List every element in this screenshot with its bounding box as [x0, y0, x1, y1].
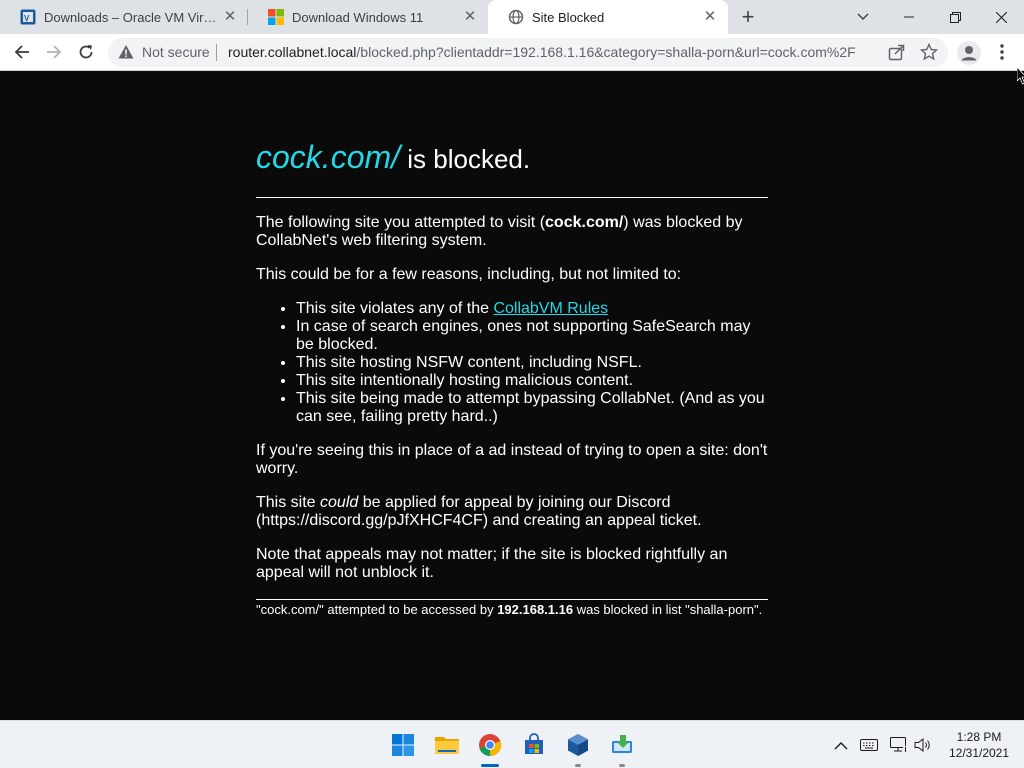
system-clock[interactable]: 1:28 PM 12/31/2021	[944, 729, 1014, 761]
tab-title: Downloads – Oracle VM VirtualBox	[44, 9, 220, 25]
virtualbox-icon	[568, 734, 588, 756]
new-tab-button[interactable]: +	[736, 5, 760, 29]
appeal-paragraph: This site could be applied for appeal by…	[256, 494, 768, 530]
chrome-button[interactable]	[476, 731, 504, 759]
store-button[interactable]	[520, 731, 548, 759]
start-icon	[392, 734, 414, 756]
app-installer-button[interactable]	[608, 731, 636, 759]
person-icon	[961, 46, 977, 61]
blocked-suffix: is blocked.	[400, 144, 531, 174]
file-explorer-button[interactable]	[433, 731, 461, 759]
list-item: In case of search engines, ones not supp…	[296, 318, 768, 354]
ad-notice: If you're seeing this in place of a ad i…	[256, 442, 768, 477]
show-hidden-icons-button[interactable]	[832, 736, 850, 754]
share-icon[interactable]	[888, 44, 905, 61]
tab-strip: V Downloads – Oracle VM VirtualBox ✕ Dow…	[0, 0, 1024, 34]
windows-icon	[268, 9, 284, 25]
footer-ip: 192.168.1.16	[497, 602, 574, 617]
blocked-notice: cock.com/ is blocked. The following site…	[256, 137, 768, 619]
active-app-indicator	[481, 764, 499, 767]
collabvm-rules-link[interactable]: CollabVM Rules	[493, 300, 608, 317]
running-app-indicator	[575, 764, 581, 767]
keyboard-icon	[860, 739, 878, 751]
taskbar: 1:28 PM 12/31/2021	[0, 720, 1024, 768]
security-label[interactable]: Not secure	[142, 44, 210, 60]
tab-title: Site Blocked	[532, 9, 605, 25]
url-path: /blocked.php?clientaddr=192.168.1.16&cat…	[356, 44, 856, 60]
running-app-indicator	[619, 764, 625, 767]
virtualbox-button[interactable]	[564, 731, 592, 759]
bookmark-star-icon[interactable]	[920, 43, 938, 61]
mouse-cursor-icon	[1017, 67, 1024, 85]
network-icon	[890, 737, 908, 753]
page-title: cock.com/ is blocked.	[256, 137, 768, 179]
profile-button[interactable]	[957, 41, 981, 65]
volume-icon	[914, 737, 930, 753]
clock-time: 1:28 PM	[956, 730, 1002, 744]
file-explorer-icon	[435, 737, 459, 754]
reload-icon	[79, 45, 93, 59]
reload-button[interactable]	[72, 38, 100, 66]
reason-rules-prefix: This site violates any of the	[296, 300, 494, 317]
url-host: router.collabnet.local	[228, 44, 357, 60]
reasons-list: This site violates any of the CollabVM R…	[256, 300, 768, 426]
list-item: This site being made to attempt bypassin…	[296, 390, 768, 426]
tab-search-button[interactable]	[840, 0, 886, 34]
reasons-intro: This could be for a few reasons, includi…	[256, 266, 682, 283]
list-item: This site hosting NSFW content, includin…	[296, 354, 768, 372]
appeal-emphasis: could	[320, 494, 359, 511]
tab-title: Download Windows 11	[292, 9, 424, 25]
footer-text: "cock.com/" attempted to be accessed by …	[256, 601, 768, 619]
browser-toolbar: Not secure router.collabnet.local/blocke…	[0, 34, 1024, 71]
restore-icon	[949, 11, 961, 23]
footer-suffix: was blocked in list "shalla-porn".	[573, 602, 763, 617]
start-button[interactable]	[389, 731, 417, 759]
restore-button[interactable]	[932, 0, 978, 34]
chrome-icon	[479, 734, 502, 757]
tab-site-blocked[interactable]: Site Blocked ✕	[488, 0, 728, 34]
store-icon	[525, 733, 543, 754]
network-button[interactable]	[890, 736, 908, 754]
forward-button[interactable]	[40, 38, 68, 66]
arrow-right-icon	[47, 45, 62, 59]
tab-close-icon[interactable]: ✕	[222, 9, 238, 25]
tab-close-icon[interactable]: ✕	[462, 9, 478, 25]
arrow-left-icon	[14, 45, 29, 59]
list-item: This site intentionally hosting maliciou…	[296, 372, 768, 390]
globe-icon	[508, 9, 524, 25]
app-installer-icon	[612, 735, 632, 753]
volume-button[interactable]	[914, 736, 932, 754]
appeal-prefix: This site	[256, 494, 321, 511]
list-item: This site violates any of the CollabVM R…	[296, 300, 768, 318]
chevron-up-icon	[834, 741, 848, 749]
minimize-icon	[904, 16, 914, 18]
footer-prefix: "cock.com/" attempted to be accessed by	[256, 602, 498, 617]
footer-divider	[256, 599, 768, 600]
keyboard-button[interactable]	[860, 736, 878, 754]
intro-paragraph: The following site you attempted to visi…	[256, 214, 768, 250]
clock-date: 12/31/2021	[948, 746, 1010, 760]
close-window-button[interactable]	[978, 0, 1024, 34]
intro-prefix: The following site you attempted to visi…	[256, 214, 546, 231]
back-button[interactable]	[8, 38, 36, 66]
virtualbox-icon: V	[20, 9, 36, 25]
appeal-note: Note that appeals may not matter; if the…	[256, 546, 728, 581]
minimize-button[interactable]	[886, 0, 932, 34]
svg-text:V: V	[24, 14, 30, 23]
tab-virtualbox-downloads[interactable]: V Downloads – Oracle VM VirtualBox ✕	[0, 0, 248, 34]
blocked-site-name: cock.com/	[256, 139, 401, 175]
menu-icon[interactable]	[994, 43, 1010, 61]
close-icon	[995, 11, 1007, 23]
address-divider	[216, 44, 217, 61]
intro-site: cock.com/	[545, 214, 624, 231]
footer: "cock.com/" attempted to be accessed by …	[256, 601, 768, 619]
chevron-down-icon	[857, 13, 869, 20]
tab-download-windows-11[interactable]: Download Windows 11 ✕	[248, 0, 488, 34]
page-content: cock.com/ is blocked. The following site…	[0, 71, 1024, 720]
warning-icon[interactable]	[118, 44, 134, 60]
tab-close-icon[interactable]: ✕	[702, 9, 718, 25]
divider	[256, 197, 768, 198]
address-bar[interactable]: Not secure router.collabnet.local/blocke…	[108, 38, 948, 67]
url-text[interactable]: router.collabnet.local/blocked.php?clien…	[228, 44, 868, 60]
